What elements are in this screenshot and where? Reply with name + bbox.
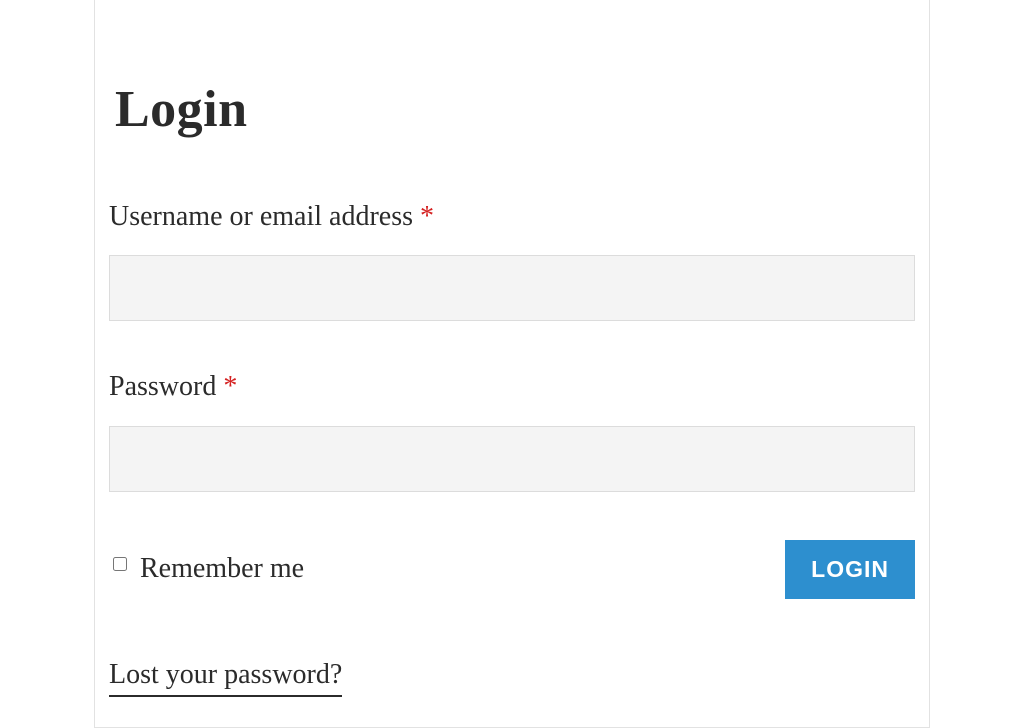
password-field-block: Password * bbox=[109, 369, 915, 491]
username-label-text: Username or email address bbox=[109, 201, 420, 232]
page-title: Login bbox=[115, 80, 915, 139]
password-input[interactable] bbox=[109, 426, 915, 492]
remember-me-label[interactable]: Remember me bbox=[109, 553, 304, 585]
remember-me-text: Remember me bbox=[140, 553, 304, 585]
password-label-text: Password bbox=[109, 371, 223, 402]
lost-password-link[interactable]: Lost your password? bbox=[109, 659, 342, 697]
username-label: Username or email address * bbox=[109, 199, 915, 235]
required-asterisk-icon: * bbox=[420, 201, 434, 232]
username-field-block: Username or email address * bbox=[109, 199, 915, 321]
required-asterisk-icon: * bbox=[223, 371, 237, 402]
password-label: Password * bbox=[109, 369, 915, 405]
login-button[interactable]: LOGIN bbox=[785, 540, 915, 599]
remember-submit-row: Remember me LOGIN bbox=[109, 540, 915, 599]
username-input[interactable] bbox=[109, 255, 915, 321]
login-panel: Login Username or email address * Passwo… bbox=[94, 0, 930, 728]
remember-me-checkbox[interactable] bbox=[113, 557, 127, 571]
